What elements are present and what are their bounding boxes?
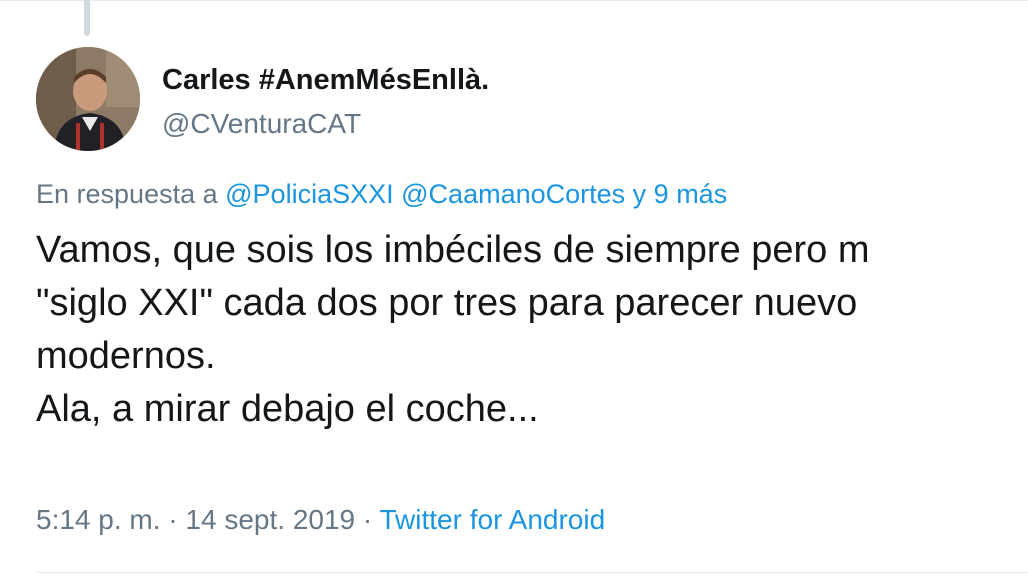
bottom-divider <box>36 572 1028 573</box>
avatar[interactable] <box>36 47 140 151</box>
tweet-time[interactable]: 5:14 p. m. <box>36 504 161 535</box>
tweet-source-link[interactable]: Twitter for Android <box>380 504 606 535</box>
avatar-photo-icon <box>36 47 140 151</box>
reply-mention-caamanocortes[interactable]: @CaamanoCortes <box>401 179 625 209</box>
tweet-text-line: Vamos, que sois los imbéciles de siempre… <box>36 229 870 271</box>
top-divider <box>0 0 1028 1</box>
tweet-text: Vamos, que sois los imbéciles de siempre… <box>36 224 1028 436</box>
tweet-text-line: "siglo XXI" cada dos por tres para parec… <box>36 282 858 324</box>
reply-more-link[interactable]: y 9 más <box>633 179 728 209</box>
tweet-meta: 5:14 p. m. · 14 sept. 2019 · Twitter for… <box>36 502 605 538</box>
tweet-text-line: Ala, a mirar debajo el coche... <box>36 388 539 430</box>
tweet-date[interactable]: 14 sept. 2019 <box>185 504 355 535</box>
thread-connector-line <box>84 0 90 36</box>
display-name[interactable]: Carles #AnemMésEnllà. <box>162 62 489 98</box>
tweet-card: Carles #AnemMésEnllà. @CVenturaCAT En re… <box>0 0 1028 578</box>
author-block[interactable]: Carles #AnemMésEnllà. @CVenturaCAT <box>162 62 489 142</box>
reply-context: En respuesta a @PoliciaSXXI @CaamanoCort… <box>36 176 727 212</box>
reply-prefix: En respuesta a <box>36 179 218 209</box>
user-handle[interactable]: @CVenturaCAT <box>162 106 489 142</box>
tweet-text-line: modernos. <box>36 335 216 377</box>
meta-separator: · <box>362 504 373 535</box>
meta-separator: · <box>168 504 178 535</box>
reply-mention-policiasxxi[interactable]: @PoliciaSXXI <box>225 179 393 209</box>
